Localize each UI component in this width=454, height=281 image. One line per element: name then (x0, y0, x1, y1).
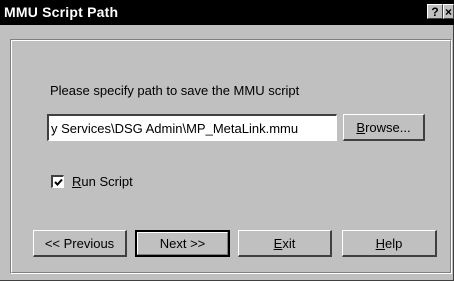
question-icon: ? (431, 4, 439, 19)
next-button[interactable]: Next >> (135, 230, 230, 257)
run-script-option[interactable]: Run Script (51, 174, 133, 189)
dialog-window: MMU Script Path ? × Please specify path … (0, 0, 454, 281)
help-button[interactable]: Help (342, 230, 437, 257)
run-script-label: Run Script (72, 174, 133, 189)
path-prompt-label: Please specify path to save the MMU scri… (50, 83, 300, 98)
close-icon: × (445, 4, 453, 19)
close-title-button[interactable]: × (443, 4, 454, 19)
checkmark-icon (53, 178, 63, 186)
exit-button[interactable]: Exit (238, 230, 332, 257)
script-path-input[interactable] (47, 114, 337, 141)
help-title-button[interactable]: ? (427, 4, 443, 19)
window-title: MMU Script Path (4, 4, 119, 20)
browse-button[interactable]: Browse... (343, 114, 425, 141)
run-script-checkbox[interactable] (51, 175, 64, 188)
title-bar[interactable]: MMU Script Path ? × (0, 0, 454, 25)
previous-button[interactable]: << Previous (33, 230, 127, 257)
